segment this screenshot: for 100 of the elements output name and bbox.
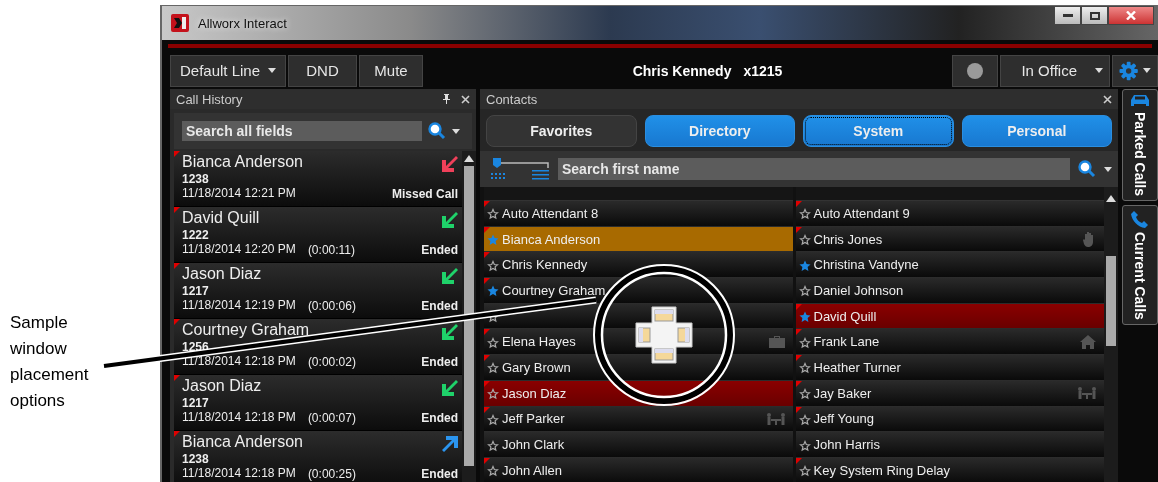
filter-tab[interactable]: Favorites [486,115,637,147]
caller-name: Bianca Anderson [182,152,303,171]
star-icon[interactable] [798,362,811,375]
star-icon[interactable] [798,259,811,272]
contact-entry[interactable]: John Allen [484,457,793,482]
caller-number: 1222 [182,228,210,242]
scroll-thumb[interactable] [464,166,474,466]
star-icon[interactable] [798,234,811,247]
contact-name: Frank Lane [813,334,881,350]
caller-number: 1217 [182,396,210,410]
close-icon[interactable] [1103,94,1112,104]
contact-entry[interactable]: Jeff Parker [484,406,793,433]
call-result: Ended [421,242,458,257]
star-icon[interactable] [487,208,499,221]
contact-entry[interactable]: Chris Kennedy [484,252,793,279]
side-tab[interactable]: Parked Calls [1122,89,1158,202]
line-dropdown[interactable]: Default Line [170,54,286,87]
minimize-icon [1062,14,1073,17]
meeting-icon [1078,387,1096,400]
contact-entry[interactable]: Auto Attendant 8 [484,201,793,227]
contact-entry[interactable]: Bianca Anderson [484,226,793,253]
maximize-button[interactable] [1081,6,1108,25]
scroll-thumb[interactable] [1106,256,1116,346]
star-icon[interactable] [798,311,811,324]
user-name: Chris Kennedy [632,62,732,79]
contact-entry[interactable]: Heather Turner [795,355,1104,381]
caller-number: 1238 [182,452,210,466]
minimize-button[interactable] [1054,6,1081,25]
star-icon[interactable] [487,439,499,452]
view-size-slider[interactable] [488,156,550,182]
close-icon[interactable] [461,94,470,104]
scrollbar[interactable] [1104,187,1118,482]
star-icon[interactable] [487,465,499,478]
search-icon[interactable] [1078,160,1096,178]
caret-icon[interactable] [452,128,460,134]
caller-number: 1238 [182,172,210,186]
settings-button[interactable] [1112,54,1158,87]
call-entry[interactable]: Jason Diaz 1217 11/18/2014 12:18 PM (0:00:07) Ended [174,375,462,431]
dnd-button[interactable]: DND [288,54,357,87]
search-field[interactable]: Search first name [558,158,1070,180]
star-icon[interactable] [487,259,499,272]
contact-name: Jeff Parker [502,411,566,427]
hand-icon [1083,231,1096,247]
star-icon[interactable] [487,362,499,375]
contact-entry[interactable]: Christina Vandyne [795,252,1104,279]
caret-icon[interactable] [1104,166,1112,172]
star-icon[interactable] [798,413,811,426]
close-button[interactable] [1108,6,1154,25]
star-icon[interactable] [487,234,499,247]
contact-entry[interactable]: Chris Jones [795,226,1104,253]
contact-name: Chris Jones [813,231,884,247]
caret-icon [1143,68,1151,73]
contact-entry[interactable]: Daniel Johnson [795,278,1104,304]
caller-name: Courtney Graham [182,320,310,339]
star-icon[interactable] [798,208,811,221]
call-time: 11/18/2014 12:18 PM [182,354,296,369]
star-icon[interactable] [798,388,811,401]
call-duration: (0:00:11) [306,242,356,257]
car-icon [1130,94,1150,108]
contact-entry[interactable]: Jay Baker [795,380,1104,407]
flag-icon [174,263,180,269]
scroll-up-icon[interactable] [464,155,474,162]
scrollbar[interactable] [462,151,476,482]
star-icon[interactable] [798,285,811,298]
side-tab[interactable]: Current Calls [1122,205,1158,325]
star-icon[interactable] [798,439,811,452]
caret-icon [1095,68,1103,73]
scroll-up-icon[interactable] [1106,195,1116,202]
flag-icon [174,431,180,437]
search-icon[interactable] [428,122,446,140]
window-title: Allworx Interact [198,15,288,31]
contact-entry[interactable]: Frank Lane [795,329,1104,356]
call-entry[interactable]: Bianca Anderson 1238 11/18/2014 12:18 PM (0:00:25) Ended [174,431,462,482]
search-field[interactable]: Search all fields [182,121,422,141]
contact-entry[interactable]: John Harris [795,432,1104,458]
call-entry[interactable]: Jason Diaz 1217 11/18/2014 12:19 PM (0:00:06) Ended [174,263,462,319]
call-time: 11/18/2014 12:19 PM [182,298,296,313]
mute-button[interactable]: Mute [359,54,423,87]
star-icon[interactable] [487,413,499,426]
star-icon[interactable] [487,336,499,349]
call-entry[interactable]: David Quill 1222 11/18/2014 12:20 PM (0:00:11) Ended [174,207,462,263]
contact-entry[interactable]: Jeff Young [795,406,1104,433]
presence-dropdown[interactable]: In Office [1000,54,1110,87]
pin-icon[interactable] [442,94,451,104]
call-entry[interactable]: Bianca Anderson 1238 11/18/2014 12:21 PM Missed Call [174,151,462,207]
call-result: Ended [421,410,458,425]
call-duration: (0:00:25) [306,466,357,481]
slider-thumb[interactable] [493,158,501,168]
contact-entry[interactable]: John Clark [484,432,793,458]
star-icon[interactable] [798,465,811,478]
contact-entry[interactable]: Auto Attendant 9 [795,201,1104,227]
presence-button[interactable] [952,54,998,87]
star-icon[interactable] [487,285,499,298]
contact-name: Auto Attendant 9 [813,205,911,221]
call-time: 11/18/2014 12:18 PM [182,466,296,481]
star-icon[interactable] [798,336,811,349]
contact-entry[interactable]: Key System Ring Delay [795,457,1104,482]
star-icon[interactable] [487,388,499,401]
contact-entry[interactable]: David Quill [795,303,1104,330]
contact-name: Chris Kennedy [502,257,589,273]
